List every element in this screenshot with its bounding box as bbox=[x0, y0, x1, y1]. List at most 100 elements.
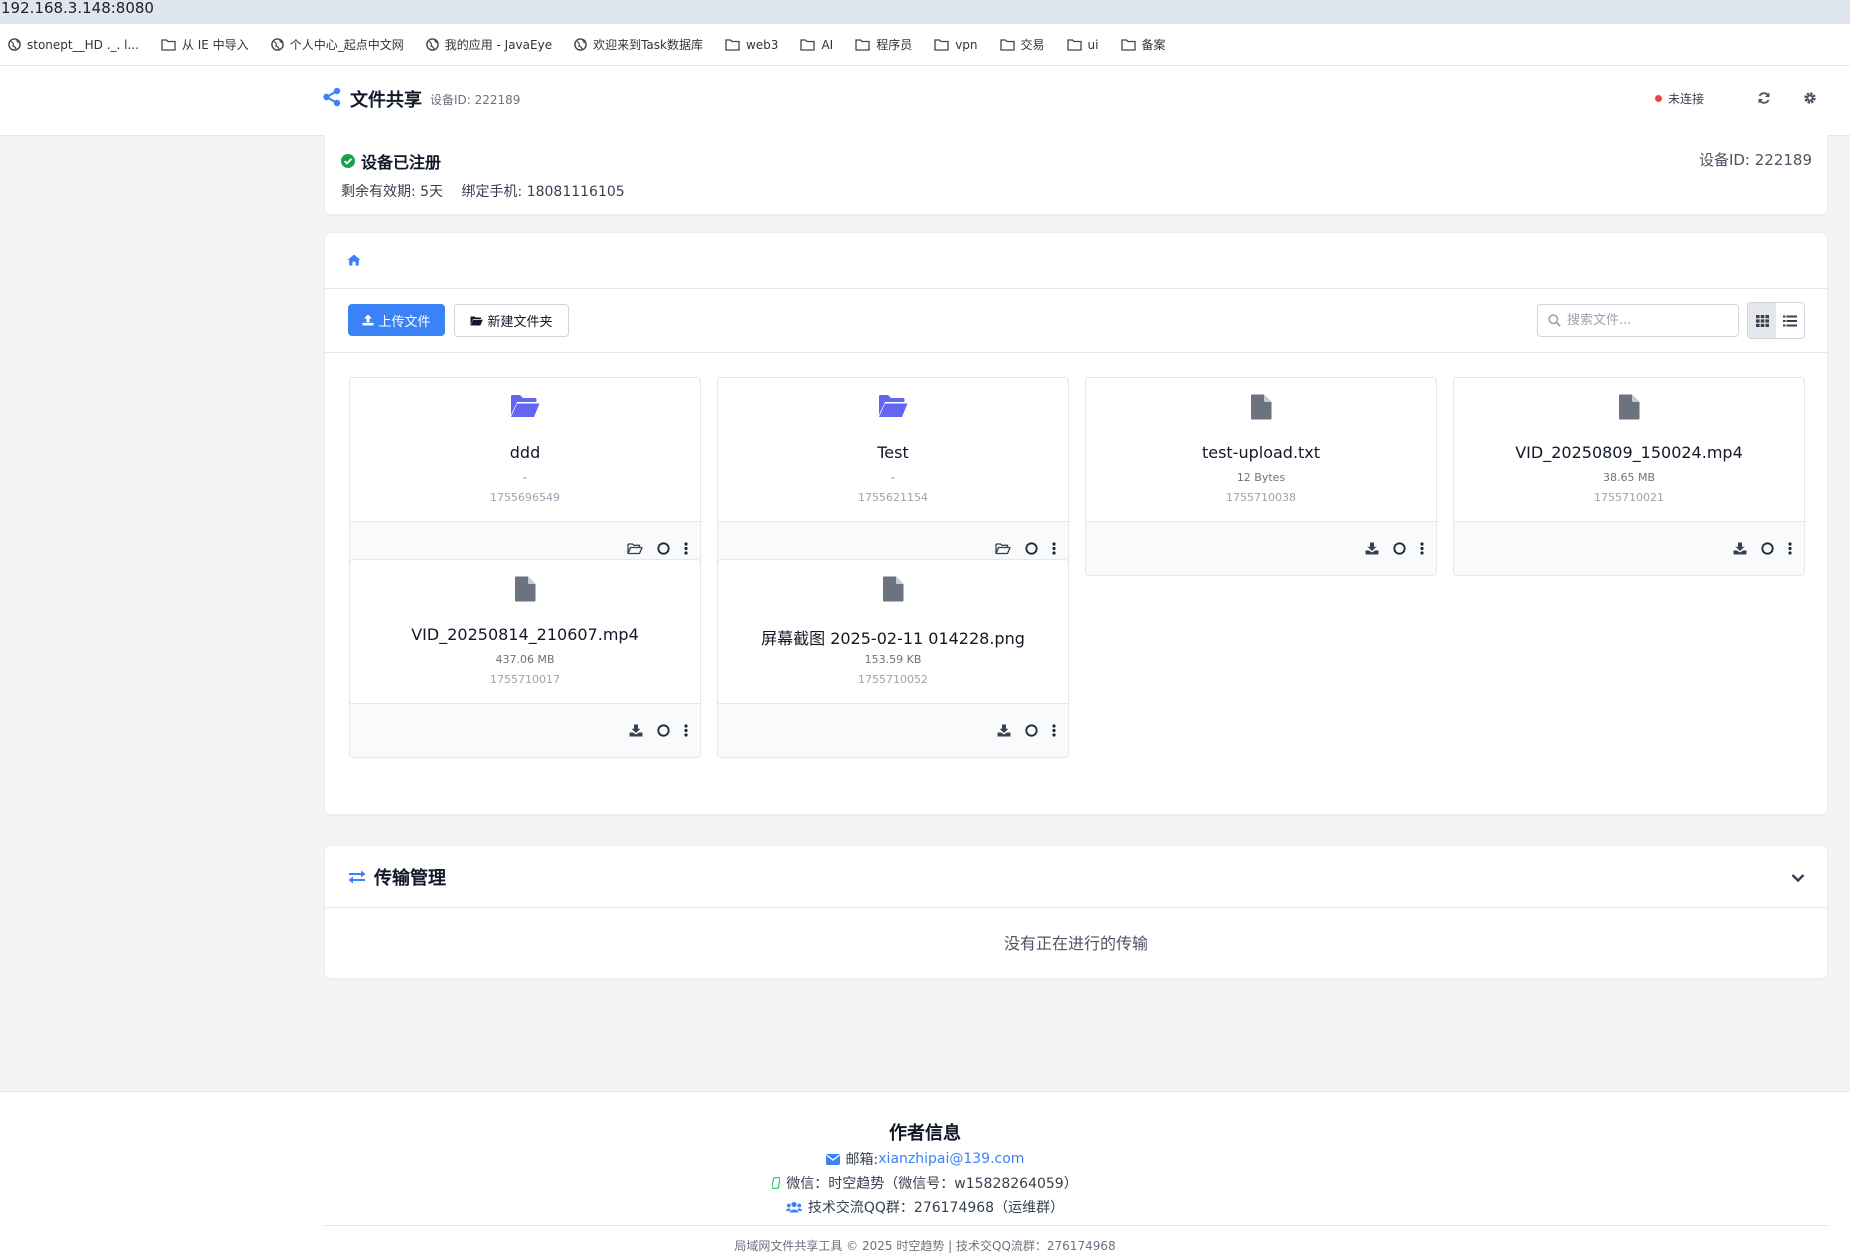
registration-device-id: 设备ID: 222189 bbox=[1698, 151, 1812, 169]
select-circle-icon[interactable] bbox=[1025, 724, 1038, 737]
select-circle-icon[interactable] bbox=[657, 542, 670, 555]
more-options-icon[interactable] bbox=[1052, 542, 1056, 555]
bookmark-item[interactable]: 交易 bbox=[999, 36, 1045, 53]
bookmark-item[interactable]: 欢迎来到Task数据库 bbox=[574, 36, 703, 53]
more-options-icon[interactable] bbox=[1052, 724, 1056, 737]
bookmark-label: 程序员 bbox=[876, 38, 913, 52]
list-icon bbox=[1783, 315, 1797, 326]
bookmark-item[interactable]: AI bbox=[800, 38, 833, 52]
author-info-title: 作者信息 bbox=[889, 1123, 961, 1144]
folder-icon bbox=[725, 38, 746, 51]
grid-view-button[interactable] bbox=[1748, 303, 1776, 338]
more-options-icon[interactable] bbox=[1420, 542, 1424, 555]
bookmarks-bar: stonept__HD ._. l... 从 IE 中导入 个人中心_起点中文网 我的… bbox=[0, 24, 1850, 66]
bookmark-label: stonept__HD ._. l... bbox=[27, 37, 139, 52]
file-name: ddd bbox=[509, 443, 541, 462]
select-circle-icon[interactable] bbox=[1393, 542, 1406, 555]
check-circle-icon bbox=[341, 154, 355, 168]
new-folder-button[interactable]: 新建文件夹 bbox=[454, 304, 569, 337]
download-icon[interactable] bbox=[1733, 542, 1747, 555]
remaining-validity: 剩余有效期: 5天 bbox=[341, 184, 444, 200]
email-link[interactable]: xianzhipai@139.com bbox=[878, 1151, 1024, 1167]
more-options-icon[interactable] bbox=[684, 542, 688, 555]
select-circle-icon[interactable] bbox=[1025, 542, 1038, 555]
file-icon bbox=[718, 576, 1068, 602]
open-folder-icon[interactable] bbox=[627, 542, 643, 555]
bookmark-item[interactable]: 我的应用 - JavaEye bbox=[425, 36, 553, 53]
file-timestamp: 1755621154 bbox=[858, 491, 928, 504]
upload-button[interactable]: 上传文件 bbox=[348, 304, 445, 336]
file-icon bbox=[350, 576, 700, 602]
file-size: - bbox=[891, 471, 895, 484]
upload-icon bbox=[362, 314, 374, 326]
users-icon bbox=[785, 1201, 802, 1213]
select-circle-icon[interactable] bbox=[657, 724, 670, 737]
bookmark-item[interactable]: web3 bbox=[725, 38, 778, 52]
globe-icon bbox=[574, 38, 593, 51]
transfer-header[interactable]: 传输管理 bbox=[325, 846, 1827, 908]
registration-title: 设备已注册 bbox=[361, 153, 442, 172]
file-card[interactable]: test-upload.txt 12 Bytes 1755710038 bbox=[1085, 377, 1437, 576]
bookmark-item[interactable]: 备案 bbox=[1120, 36, 1166, 53]
search-icon bbox=[1548, 314, 1561, 327]
bookmark-label: AI bbox=[821, 37, 834, 52]
address-bar[interactable]: 192.168.3.148:8080 bbox=[0, 0, 1850, 24]
search-input[interactable] bbox=[1567, 313, 1727, 328]
globe-icon bbox=[425, 38, 445, 51]
bookmark-label: vpn bbox=[955, 37, 978, 52]
bookmark-label: ui bbox=[1087, 37, 1099, 52]
bookmark-label: 我的应用 - JavaEye bbox=[444, 38, 553, 52]
bookmark-label: 从 IE 中导入 bbox=[181, 38, 249, 52]
app-header: 文件共享 设备ID: 222189 未连接 bbox=[0, 66, 1850, 136]
file-timestamp: 1755696549 bbox=[490, 491, 560, 504]
file-size: - bbox=[523, 471, 527, 484]
qq-group-info: 技术交流QQ群：276174968（运维群） bbox=[807, 1200, 1065, 1216]
share-icon bbox=[322, 87, 342, 111]
file-icon bbox=[1086, 394, 1436, 420]
file-size: 12 Bytes bbox=[1236, 471, 1286, 484]
bookmark-item[interactable]: vpn bbox=[934, 37, 978, 52]
chevron-down-icon[interactable] bbox=[1791, 868, 1805, 887]
new-folder-label: 新建文件夹 bbox=[487, 315, 553, 330]
email-label: 邮箱: bbox=[845, 1152, 879, 1168]
file-timestamp: 1755710038 bbox=[1226, 491, 1296, 504]
transfer-title: 传输管理 bbox=[374, 867, 446, 889]
bookmark-item[interactable]: stonept__HD ._. l... bbox=[8, 38, 139, 52]
refresh-button[interactable] bbox=[1754, 88, 1774, 108]
file-name: VID_20250814_210607.mp4 bbox=[411, 625, 639, 644]
refresh-icon bbox=[1758, 92, 1770, 104]
download-icon[interactable] bbox=[1365, 542, 1379, 555]
home-icon[interactable] bbox=[347, 251, 361, 270]
copyright: 局域网文件共享工具 © 2025 时空趋势 | 技术交QQ流群：27617496… bbox=[734, 1239, 1116, 1253]
select-circle-icon[interactable] bbox=[1761, 542, 1774, 555]
search-box[interactable] bbox=[1537, 304, 1739, 337]
download-icon[interactable] bbox=[997, 724, 1011, 737]
file-timestamp: 1755710052 bbox=[858, 673, 928, 686]
folder-icon bbox=[161, 38, 182, 51]
folder-card[interactable]: Test - 1755621154 bbox=[717, 377, 1069, 576]
open-folder-icon[interactable] bbox=[995, 542, 1011, 555]
bookmark-item[interactable]: 程序员 bbox=[855, 36, 912, 53]
file-card[interactable]: 屏幕截图 2025-02-11 014228.png 153.59 KB 17557… bbox=[717, 559, 1069, 758]
file-timestamp: 1755710021 bbox=[1594, 491, 1664, 504]
settings-button[interactable] bbox=[1800, 88, 1820, 108]
file-name: Test bbox=[877, 443, 909, 462]
footer: 作者信息 邮箱: xianzhipai@139.com 微信：时空趋势（微信号：… bbox=[0, 1091, 1850, 1254]
bookmark-label: 欢迎来到Task数据库 bbox=[593, 38, 703, 52]
folder-icon bbox=[1066, 38, 1088, 51]
file-card[interactable]: VID_20250809_150024.mp4 38.65 MB 175571002… bbox=[1453, 377, 1805, 576]
folder-card[interactable]: ddd - 1755696549 bbox=[349, 377, 701, 576]
globe-icon bbox=[270, 38, 290, 51]
list-view-button[interactable] bbox=[1776, 303, 1804, 338]
more-options-icon[interactable] bbox=[684, 724, 688, 737]
globe-icon bbox=[8, 38, 27, 51]
folder-icon bbox=[1120, 38, 1142, 51]
file-card[interactable]: VID_20250814_210607.mp4 437.06 MB 17557100… bbox=[349, 559, 701, 758]
bookmark-item[interactable]: 从 IE 中导入 bbox=[161, 36, 249, 53]
more-options-icon[interactable] bbox=[1788, 542, 1792, 555]
bookmark-item[interactable]: ui bbox=[1066, 37, 1099, 52]
bookmark-item[interactable]: 个人中心_起点中文网 bbox=[270, 36, 404, 53]
download-icon[interactable] bbox=[629, 724, 643, 737]
bookmark-label: 个人中心_起点中文网 bbox=[289, 38, 404, 52]
footer-divider bbox=[324, 1225, 1828, 1226]
